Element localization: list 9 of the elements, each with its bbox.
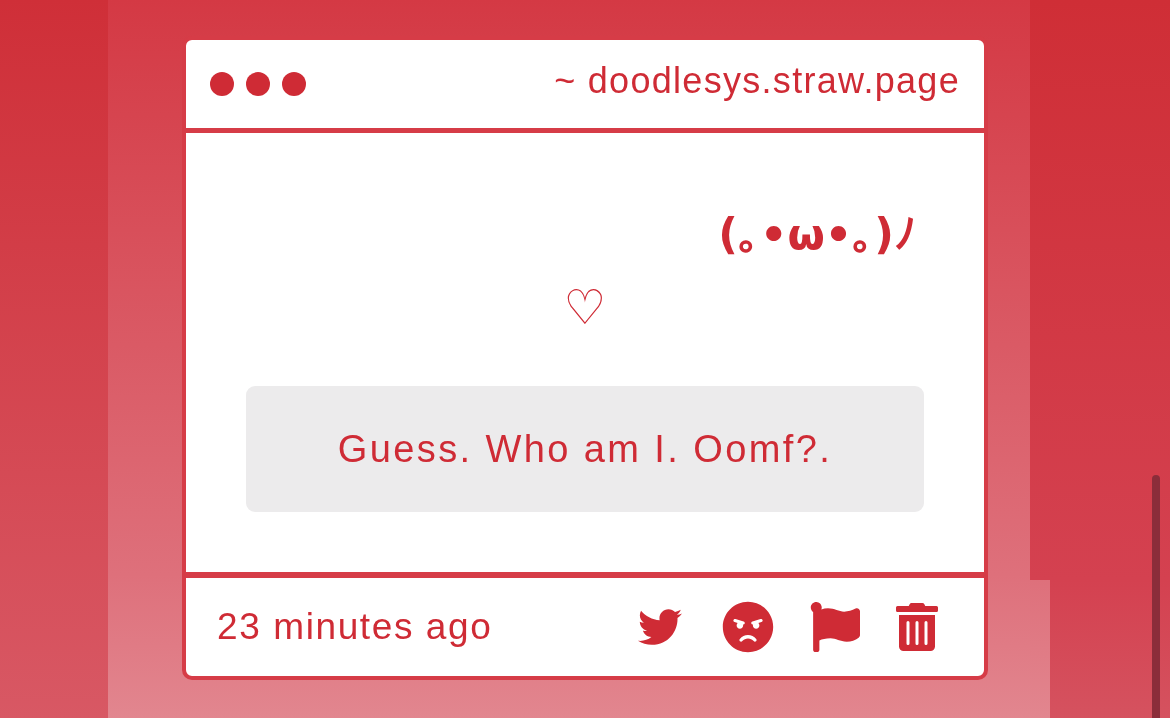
like-button[interactable]: ♡ <box>563 279 607 335</box>
kaomoji-text: (｡•ω•｡)ﾉ <box>718 208 916 261</box>
timestamp: 23 minutes ago <box>217 606 493 648</box>
message-text: Guess. Who am I. Oomf?. <box>246 386 924 512</box>
angry-face-icon[interactable] <box>722 601 774 653</box>
window-dots-icon <box>210 72 306 96</box>
trash-icon[interactable] <box>896 603 938 651</box>
site-url: ~ doodlesys.straw.page <box>554 60 960 102</box>
flag-icon[interactable] <box>810 602 860 652</box>
